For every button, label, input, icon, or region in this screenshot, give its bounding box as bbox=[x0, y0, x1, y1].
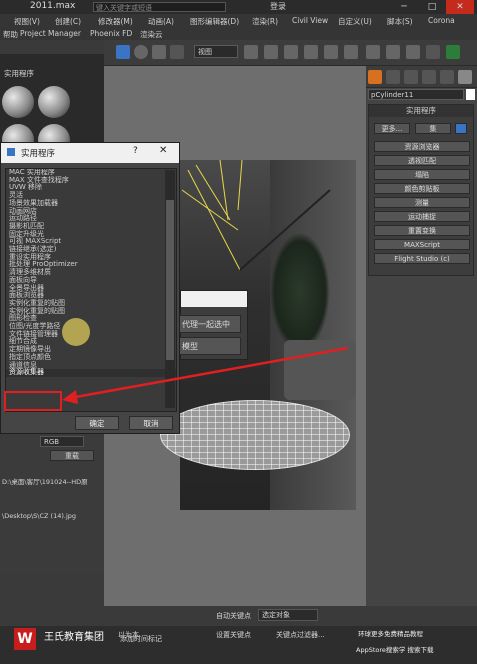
utilities-rollout: 实用程序 更多... 集 资源浏览器 透视匹配 塌陷 颜色剪贴板 测量 运动捕捉… bbox=[368, 104, 474, 276]
pointer-arrow bbox=[62, 346, 349, 404]
utility-button[interactable]: MAXScript bbox=[374, 239, 470, 250]
menu-rendering[interactable]: 渲染(R) bbox=[252, 16, 278, 27]
scale-icon[interactable] bbox=[152, 45, 166, 59]
login-link[interactable]: 登录 bbox=[270, 1, 286, 12]
sets-button[interactable]: 集 bbox=[415, 123, 451, 134]
select-manip-icon[interactable] bbox=[264, 45, 278, 59]
menu-project-manager[interactable]: Project Manager bbox=[20, 29, 81, 38]
utility-button[interactable]: 塌陷 bbox=[374, 169, 470, 180]
place-icon[interactable] bbox=[170, 45, 184, 59]
view-select[interactable]: 视图 bbox=[194, 45, 238, 58]
hierarchy-tab-icon[interactable] bbox=[404, 70, 418, 84]
menu-graph-editors[interactable]: 图形编辑器(D) bbox=[190, 16, 239, 27]
object-color-swatch[interactable] bbox=[466, 89, 475, 100]
menu-corona[interactable]: Corona bbox=[428, 16, 455, 25]
light-rays bbox=[181, 160, 331, 271]
dialog-titlebar: 实用程序 ? ✕ bbox=[1, 143, 179, 163]
command-tabs bbox=[366, 66, 477, 88]
material-editor-title: 实用程序 bbox=[4, 68, 34, 79]
set-key-label[interactable]: 设置关键点 bbox=[216, 630, 251, 640]
brand-logo: W bbox=[14, 628, 36, 650]
menu-render-cloud[interactable]: 渲染云 bbox=[140, 29, 163, 40]
close-icon[interactable]: ✕ bbox=[159, 145, 167, 156]
menu-bar-2: 帮助 Project Manager Phoenix FD 渲染云 bbox=[0, 28, 477, 40]
menu-scripting[interactable]: 脚本(S) bbox=[387, 16, 413, 27]
utility-button[interactable]: 颜色剪贴板 bbox=[374, 183, 470, 194]
watermark-store: AppStore搜索学 搜索下载 bbox=[356, 646, 434, 654]
material-sphere[interactable] bbox=[2, 86, 34, 118]
align-icon[interactable] bbox=[386, 45, 400, 59]
menu-civil-view[interactable]: Civil View bbox=[292, 16, 328, 25]
minimize-icon[interactable]: ─ bbox=[390, 0, 418, 14]
display-tab-icon[interactable] bbox=[440, 70, 454, 84]
angle-snap-icon[interactable] bbox=[304, 45, 318, 59]
material-editor: 实用程序 bbox=[0, 54, 104, 156]
menu-phoenix[interactable]: Phoenix FD bbox=[90, 29, 132, 38]
modify-tab-icon[interactable] bbox=[386, 70, 400, 84]
reload-button[interactable]: 重载 bbox=[50, 450, 94, 461]
help-icon[interactable]: ? bbox=[133, 146, 138, 156]
menu-animation[interactable]: 动画(A) bbox=[148, 16, 174, 27]
utility-button[interactable]: Flight Studio (c) bbox=[374, 253, 470, 264]
pivot-icon[interactable] bbox=[244, 45, 258, 59]
move-icon[interactable] bbox=[116, 45, 130, 59]
utility-button[interactable]: 透视匹配 bbox=[374, 155, 470, 166]
watermark-brand: 王氏教育集团 bbox=[44, 632, 104, 643]
file-name: 2011.max bbox=[30, 1, 76, 11]
cancel-button[interactable]: 取消 bbox=[129, 416, 173, 430]
maximize-icon[interactable]: □ bbox=[418, 0, 446, 14]
menu-help[interactable]: 帮助 bbox=[3, 29, 18, 40]
watermark-sub: 以为本 bbox=[118, 631, 139, 639]
percent-snap-icon[interactable] bbox=[324, 45, 338, 59]
scene-table-wireframe bbox=[160, 400, 350, 470]
ok-button[interactable]: 确定 bbox=[75, 416, 119, 430]
menu-view[interactable]: 视图(V) bbox=[14, 16, 40, 27]
material-editor-label: 实用程序 bbox=[4, 69, 34, 78]
utilities-tab-icon[interactable] bbox=[458, 70, 472, 84]
highlight-box bbox=[4, 391, 62, 411]
auto-key-label[interactable]: 自动关键点 bbox=[216, 611, 251, 621]
path-text: \Desktop\S\CZ (14).jpg bbox=[2, 512, 77, 520]
dialog-title: 实用程序 bbox=[21, 149, 56, 159]
render-setup-icon[interactable] bbox=[446, 45, 460, 59]
object-name-field[interactable]: pCylinder11 bbox=[368, 89, 464, 100]
lower-left-panel: RGB 重载 D:\桌面\客厅\191024--HD原 \Desktop\S\C… bbox=[0, 434, 104, 574]
menu-customize[interactable]: 自定义(U) bbox=[338, 16, 372, 27]
selection-dropdown[interactable]: 选定对象 bbox=[258, 609, 318, 621]
layer-icon[interactable] bbox=[406, 45, 420, 59]
main-toolbar: 视图 bbox=[104, 40, 477, 66]
app-icon bbox=[7, 148, 15, 156]
motion-tab-icon[interactable] bbox=[422, 70, 436, 84]
title-bar: 2011.max 键入关键字或短语 登录 ─ □ ✕ bbox=[0, 0, 477, 14]
utility-button[interactable]: 运动捕捉 bbox=[374, 211, 470, 222]
key-filter-label[interactable]: 关键点过滤器... bbox=[276, 630, 325, 640]
close-icon[interactable]: ✕ bbox=[446, 0, 474, 14]
utility-button[interactable]: 重置变换 bbox=[374, 225, 470, 236]
menu-modifiers[interactable]: 修改器(M) bbox=[98, 16, 133, 27]
rollout-title[interactable]: 实用程序 bbox=[369, 105, 473, 117]
mirror-icon[interactable] bbox=[366, 45, 380, 59]
menu-create[interactable]: 创建(C) bbox=[55, 16, 81, 27]
snap-icon[interactable] bbox=[284, 45, 298, 59]
watermark-right: 环球更多免费精品教程 bbox=[358, 630, 423, 638]
curve-editor-icon[interactable] bbox=[426, 45, 440, 59]
create-tab-icon[interactable] bbox=[368, 70, 382, 84]
utility-button[interactable]: 测量 bbox=[374, 197, 470, 208]
status-bar: 自动关键点 选定对象 bbox=[0, 606, 477, 626]
path-text: D:\桌面\客厅\191024--HD原 bbox=[2, 478, 88, 486]
rotate-icon[interactable] bbox=[134, 45, 148, 59]
configure-sets-icon[interactable] bbox=[455, 123, 467, 134]
more-button[interactable]: 更多... bbox=[374, 123, 410, 134]
list-item[interactable]: UVW 移除 bbox=[6, 184, 176, 192]
menu-bar: 视图(V) 创建(C) 修改器(M) 动画(A) 图形编辑器(D) 渲染(R) … bbox=[0, 14, 477, 28]
material-sphere[interactable] bbox=[38, 86, 70, 118]
utility-button[interactable]: 资源浏览器 bbox=[374, 141, 470, 152]
secondary-dialog-titlebar bbox=[181, 291, 247, 307]
channel-dropdown[interactable]: RGB bbox=[40, 436, 84, 447]
bottom-bar: 添加时间标记 设置关键点 关键点过滤器... 王氏教育集团 以为本 环球更多免费… bbox=[0, 626, 477, 664]
search-input[interactable]: 键入关键字或短语 bbox=[93, 2, 226, 12]
spinner-snap-icon[interactable] bbox=[344, 45, 358, 59]
